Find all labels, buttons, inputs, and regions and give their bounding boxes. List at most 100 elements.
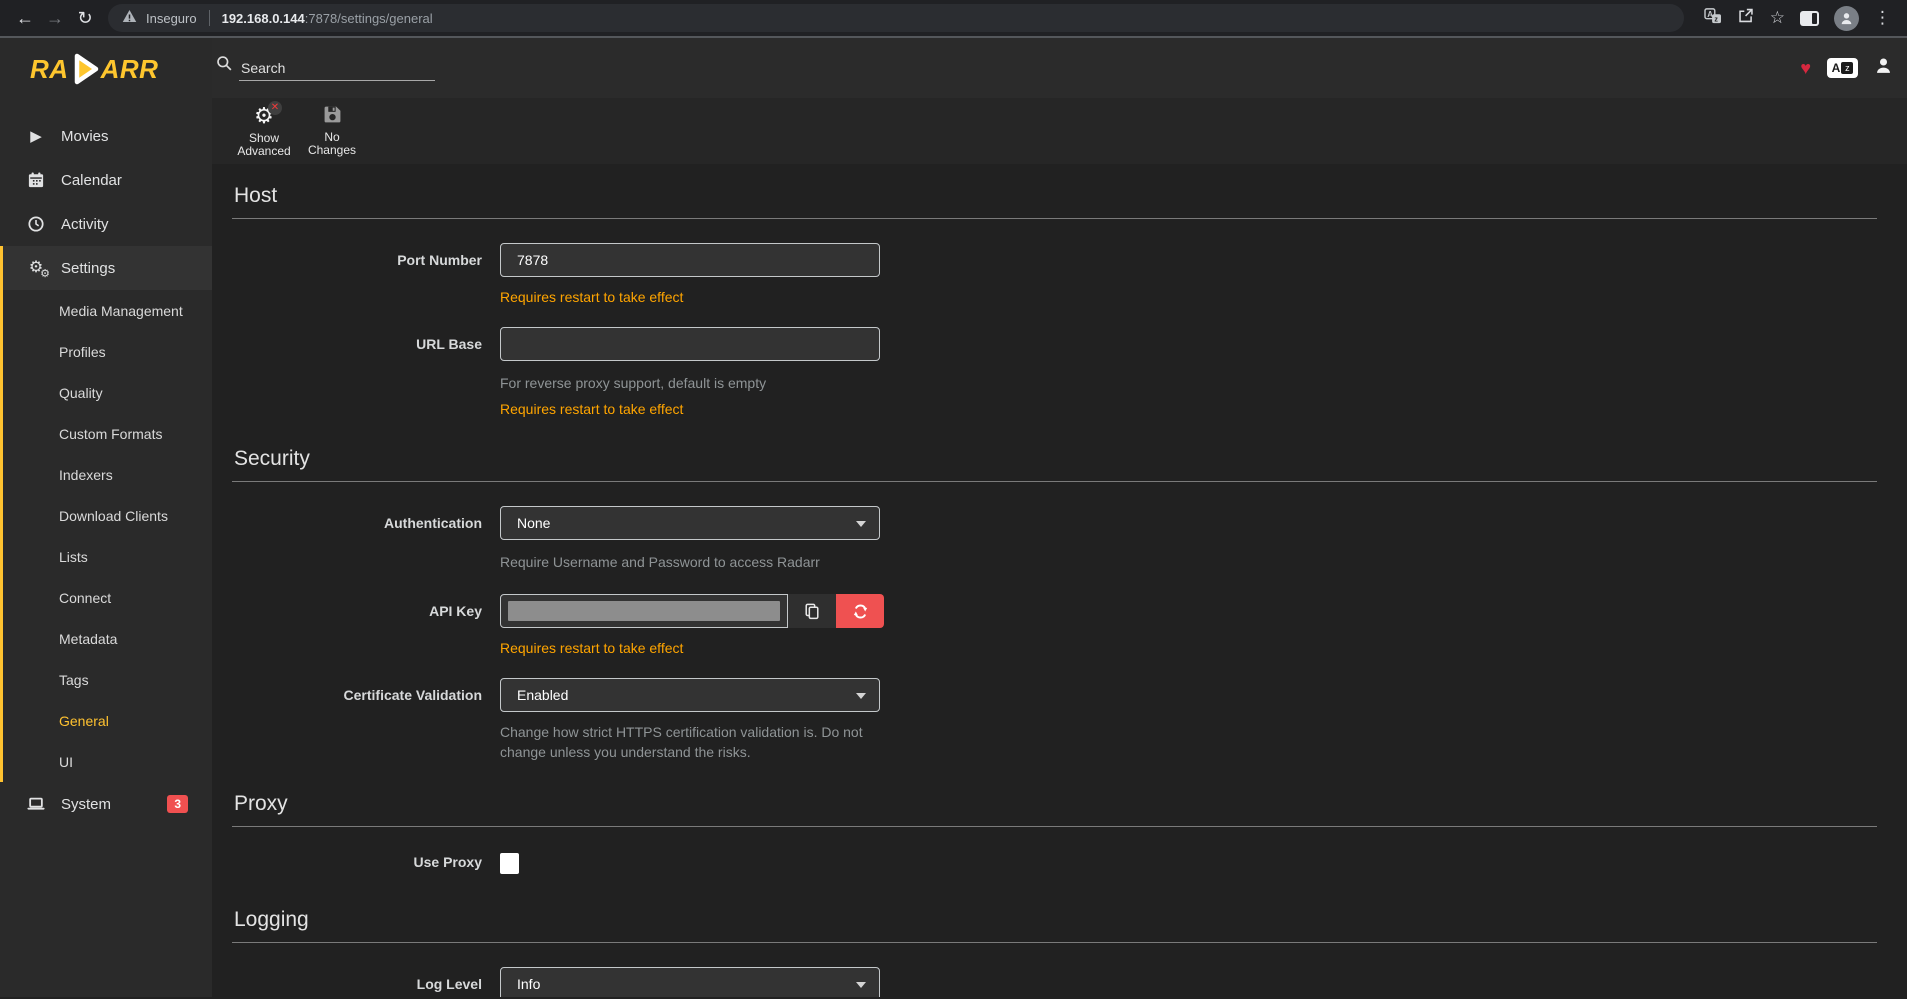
side-panel-icon[interactable] (1800, 11, 1819, 26)
sidebar-item-lists[interactable]: Lists (3, 536, 212, 577)
gears-icon: ⚙ ⚙ (26, 260, 46, 276)
sidebar-item-general[interactable]: General (3, 700, 212, 741)
log-level-row: Log Level Info (232, 967, 1877, 997)
browser-chrome: ← → ↻ Inseguro 192.168.0.144:7878/settin… (0, 0, 1907, 38)
show-advanced-button[interactable]: ⚙✕ Show Advanced (232, 104, 296, 158)
authentication-select[interactable]: None (500, 506, 880, 540)
use-proxy-checkbox[interactable] (500, 853, 519, 874)
browser-menu-icon[interactable]: ⋮ (1874, 8, 1891, 28)
svg-text:z: z (1714, 15, 1718, 23)
save-changes-button[interactable]: No Changes (300, 105, 364, 157)
use-proxy-row: Use Proxy (232, 851, 1877, 874)
search-input[interactable] (239, 56, 435, 81)
share-icon[interactable] (1737, 7, 1755, 29)
sidebar-item-ui[interactable]: UI (3, 741, 212, 782)
sidebar-item-movies[interactable]: ▶ Movies (0, 114, 212, 158)
sidebar-item-system[interactable]: System 3 (0, 782, 212, 826)
laptop-icon (26, 797, 46, 811)
floppy-save-icon (323, 105, 342, 127)
play-icon: ▶ (26, 127, 46, 145)
sidebar-item-profiles[interactable]: Profiles (3, 331, 212, 372)
app-header: ♥ A z (212, 38, 1907, 98)
sidebar-item-media-management[interactable]: Media Management (3, 290, 212, 331)
browser-forward-icon[interactable]: → (40, 8, 70, 29)
log-level-select[interactable]: Info (500, 967, 880, 997)
use-proxy-label: Use Proxy (232, 851, 482, 874)
section-title: Security (232, 439, 1877, 482)
clock-icon (26, 216, 46, 232)
api-key-input[interactable] (500, 594, 788, 628)
log-level-value: Info (517, 976, 540, 992)
radarr-logo[interactable]: RA ARR (0, 38, 212, 100)
restart-warning: Requires restart to take effect (500, 289, 884, 305)
system-health-badge: 3 (167, 795, 188, 813)
sidebar-item-tags[interactable]: Tags (3, 659, 212, 700)
donate-heart-icon[interactable]: ♥ (1800, 59, 1811, 77)
browser-back-icon[interactable]: ← (10, 8, 40, 29)
user-icon[interactable] (1874, 56, 1893, 80)
authentication-value: None (517, 515, 550, 531)
restart-warning: Requires restart to take effect (500, 640, 884, 656)
sidebar-item-activity[interactable]: Activity (0, 202, 212, 246)
clipboard-copy-icon (804, 603, 820, 620)
port-number-label: Port Number (232, 243, 482, 305)
translate-icon[interactable]: Az (1704, 8, 1722, 29)
address-bar[interactable]: Inseguro 192.168.0.144:7878/settings/gen… (108, 4, 1684, 32)
log-level-label: Log Level (232, 967, 482, 997)
sidebar-item-connect[interactable]: Connect (3, 577, 212, 618)
sidebar-item-calendar[interactable]: Calendar (0, 158, 212, 202)
section-proxy: Proxy Use Proxy (232, 784, 1877, 874)
sidebar-item-label: Settings (61, 260, 115, 277)
settings-nav-block: ⚙ ⚙ Settings Media Management Profiles Q… (0, 246, 212, 782)
certificate-validation-select[interactable]: Enabled (500, 678, 880, 712)
logo-text-right: ARR (101, 54, 159, 85)
refresh-icon (852, 603, 869, 620)
security-state-label: Inseguro (146, 11, 197, 26)
browser-reload-icon[interactable]: ↻ (70, 8, 100, 29)
section-title: Proxy (232, 784, 1877, 827)
section-logging: Logging Log Level Info (232, 900, 1877, 997)
sidebar-item-download-clients[interactable]: Download Clients (3, 495, 212, 536)
sidebar-item-label: System (61, 796, 111, 813)
certificate-validation-row: Certificate Validation Enabled Change ho… (232, 678, 1877, 762)
sidebar-item-label: Activity (61, 216, 109, 233)
sidebar-item-indexers[interactable]: Indexers (3, 454, 212, 495)
url-base-helper: For reverse proxy support, default is em… (500, 373, 880, 393)
chevron-down-icon (856, 693, 866, 699)
restart-warning: Requires restart to take effect (500, 401, 884, 417)
sidebar-item-custom-formats[interactable]: Custom Formats (3, 413, 212, 454)
authentication-helper: Require Username and Password to access … (500, 552, 880, 572)
port-number-input[interactable] (500, 243, 880, 277)
no-changes-label: No Changes (300, 131, 364, 157)
browser-profile-avatar[interactable] (1834, 6, 1859, 31)
show-advanced-label: Show Advanced (232, 132, 296, 158)
authentication-row: Authentication None Require Username and… (232, 506, 1877, 572)
section-host: Host Port Number Requires restart to tak… (232, 176, 1877, 417)
search (216, 55, 435, 81)
sidebar-item-quality[interactable]: Quality (3, 372, 212, 413)
sidebar-item-settings[interactable]: ⚙ ⚙ Settings (3, 246, 212, 290)
url-base-label: URL Base (232, 327, 482, 417)
url-base-input[interactable] (500, 327, 880, 361)
advanced-off-x-icon: ✕ (268, 101, 282, 115)
regenerate-api-key-button[interactable] (836, 594, 884, 628)
insecure-warning-icon[interactable] (122, 9, 137, 28)
certificate-validation-helper: Change how strict HTTPS certification va… (500, 722, 880, 762)
translate-letter: A (1832, 61, 1841, 75)
authentication-label: Authentication (232, 506, 482, 572)
section-security: Security Authentication None Require Use… (232, 439, 1877, 762)
sidebar-item-metadata[interactable]: Metadata (3, 618, 212, 659)
sidebar-item-label: Calendar (61, 172, 122, 189)
page-translate-icon[interactable]: A z (1827, 58, 1858, 78)
sidebar-nav: ▶ Movies Calendar Activity ⚙ ⚙ (0, 100, 212, 826)
section-title: Host (232, 176, 1877, 219)
search-icon (216, 55, 233, 81)
url-path: :7878/settings/general (305, 11, 433, 26)
logo-text-left: RA (30, 54, 69, 85)
bookmark-star-icon[interactable]: ☆ (1770, 8, 1785, 28)
copy-api-key-button[interactable] (788, 594, 836, 628)
advanced-gear-icon: ⚙✕ (252, 104, 276, 128)
calendar-icon (26, 172, 46, 188)
certificate-validation-value: Enabled (517, 687, 568, 703)
chevron-down-icon (856, 521, 866, 527)
